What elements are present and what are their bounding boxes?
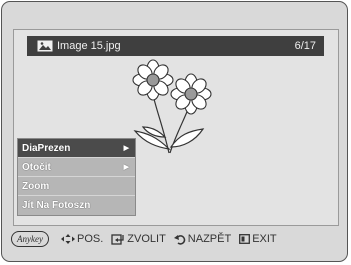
hint-select-label: ZVOLIT: [127, 233, 166, 245]
anykey-button[interactable]: Anykey: [11, 231, 49, 247]
menu-item-rotate[interactable]: Otočit ▶: [18, 158, 135, 177]
file-name: Image 15.jpg: [57, 40, 121, 52]
menu-item-go-to-photo-list[interactable]: Jít Na Fotoszn: [18, 196, 135, 215]
hint-position-label: POS.: [76, 233, 104, 245]
hint-back-label: NAZPĚT: [187, 233, 232, 245]
submenu-arrow-icon: ▶: [123, 164, 129, 171]
menu-item-label: DiaPrezen: [22, 142, 71, 154]
menu-item-zoom[interactable]: Zoom: [18, 177, 135, 196]
enter-icon: [111, 233, 124, 245]
hint-exit-label: EXIT: [252, 233, 277, 245]
image-icon: [37, 40, 53, 52]
hint-select: ZVOLIT: [111, 233, 166, 245]
menu-item-label: Otočit: [22, 161, 51, 173]
menu-item-label: Jít Na Fotoszn: [22, 200, 91, 211]
hint-exit: EXIT: [239, 233, 277, 245]
navigate-arrows-icon: [60, 234, 75, 244]
title-bar: Image 15.jpg 6/17: [27, 36, 324, 56]
hint-position: POS.: [60, 233, 104, 245]
hint-back: NAZPĚT: [173, 233, 232, 245]
return-icon: [173, 234, 186, 245]
image-counter: 6/17: [294, 40, 316, 52]
photo-options-menu: DiaPrezen ▶ Otočit ▶ Zoom Jít Na Fotoszn: [17, 138, 136, 216]
exit-icon: [239, 234, 251, 244]
menu-item-label: Zoom: [22, 180, 50, 192]
button-hint-bar: Anykey POS. ZVOLIT NAZPĚT EXIT: [11, 226, 335, 252]
menu-item-slideshow[interactable]: DiaPrezen ▶: [18, 139, 135, 158]
submenu-arrow-icon: ▶: [123, 145, 129, 152]
